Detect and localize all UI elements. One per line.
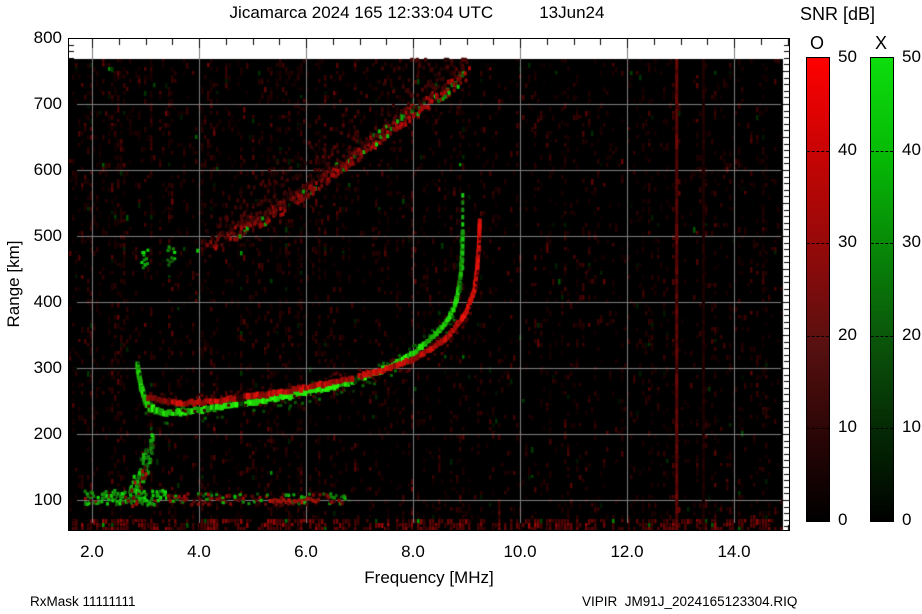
x-tick-label: 4.0 [187,542,211,561]
colorbar-tick-dash [807,335,829,337]
x-tick-label: 12.0 [610,542,644,561]
colorbar-title: SNR [dB] [800,4,876,24]
colorbar-tick-label: 20 [902,324,921,344]
colorbar-tick-label: 20 [838,324,857,344]
rxmask-text: RxMask 11111111 [30,594,136,609]
x-tick-label: 8.0 [401,542,425,561]
colorbar-tick-dash [871,243,893,245]
x-tick-label: 2.0 [80,542,104,561]
ionogram-plot-canvas [69,39,789,530]
colorbar-tick-label: 0 [838,510,848,529]
colorbar-tick-label: 10 [902,417,921,437]
x-tick-label: 10.0 [503,542,537,561]
colorbar-tick-label: 0 [902,510,912,529]
colorbar-tick-dash [807,150,829,152]
colorbar-tick-label: 50 [838,47,857,66]
colorbar-tick-dash [807,428,829,430]
colorbar-tick-label: 30 [838,232,857,252]
x-tick-label: 14.0 [717,542,751,561]
colorbar-tick-label: 50 [902,47,921,66]
plot-title: Jicamarca 2024 165 12:33:04 UTC [229,3,494,22]
y-tick-label: 500 [33,226,62,245]
colorbar-tick-dash [871,150,893,152]
colorbar-tick-label: 10 [838,417,857,437]
o-mode-label: O [809,33,824,53]
colorbar-tick-dash [807,243,829,245]
x-axis-label: Frequency [MHz] [364,568,494,587]
y-tick-label: 800 [33,28,62,47]
colorbar-tick-label: 40 [838,139,857,159]
plot-title-row: Jicamarca 2024 165 12:33:04 UTC 13Jun24 [0,3,834,23]
x-mode-label: X [874,33,887,53]
plot-date: 13Jun24 [539,3,605,22]
colorbar-tick-dash [871,428,893,430]
colorbar-tick-label: 30 [902,232,921,252]
filename-text: VIPIR JM91J_2024165123304.RIQ [582,594,798,609]
y-tick-label: 700 [33,94,62,113]
x-colorbar [870,57,894,522]
x-tick-label: 6.0 [294,542,318,561]
y-tick-label: 600 [33,160,62,179]
plot-area [68,38,790,531]
ionogram-figure: Jicamarca 2024 165 12:33:04 UTC 13Jun24 … [0,0,922,614]
y-axis-label: Range [km] [4,240,23,328]
y-tick-label: 100 [33,490,62,509]
colorbar-tick-dash [871,335,893,337]
o-colorbar [806,57,830,522]
y-tick-label: 200 [33,424,62,443]
y-tick-label: 300 [33,358,62,377]
colorbar-tick-label: 40 [902,139,921,159]
y-tick-label: 400 [33,292,62,311]
